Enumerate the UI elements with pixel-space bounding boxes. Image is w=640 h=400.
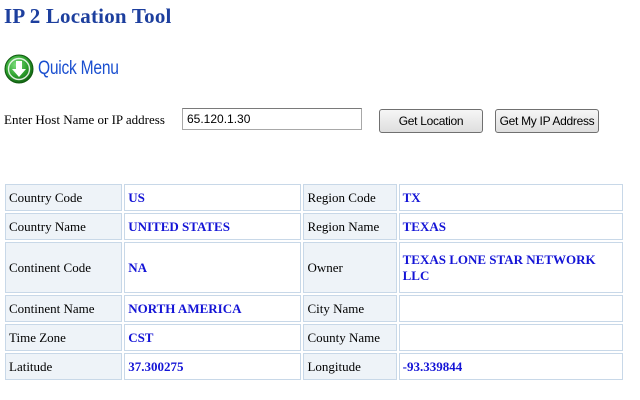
table-row: Latitude 37.300275 Longitude -93.339844 [5,353,623,380]
continent-code-value: NA [124,242,302,293]
latitude-label: Latitude [5,353,123,380]
quick-menu-link[interactable]: Quick Menu [4,52,136,86]
get-location-button[interactable]: Get Location [379,109,483,133]
location-results-table: Country Code US Region Code TX Country N… [3,182,625,382]
page-title: IP 2 Location Tool [4,4,172,28]
city-name-label: City Name [303,295,397,322]
country-name-value: UNITED STATES [124,213,302,240]
owner-label: Owner [303,242,397,293]
down-arrow-circle-icon [4,54,34,84]
region-name-label: Region Name [303,213,397,240]
longitude-value: -93.339844 [398,353,623,380]
country-name-label: Country Name [5,213,123,240]
longitude-label: Longitude [303,353,397,380]
host-ip-input[interactable] [182,108,362,130]
county-name-label: County Name [303,324,397,351]
host-input-label: Enter Host Name or IP address [4,112,165,127]
region-name-value: TEXAS [398,213,623,240]
country-code-value: US [124,184,302,211]
table-row: Country Name UNITED STATES Region Name T… [5,213,623,240]
county-name-value [398,324,623,351]
quick-menu-label[interactable]: Quick Menu [38,58,119,80]
table-row: Time Zone CST County Name [5,324,623,351]
owner-value: TEXAS LONE STAR NETWORK LLC [398,242,623,293]
table-row: Continent Name NORTH AMERICA City Name [5,295,623,322]
table-row: Continent Code NA Owner TEXAS LONE STAR … [5,242,623,293]
country-code-label: Country Code [5,184,123,211]
time-zone-label: Time Zone [5,324,123,351]
region-code-value: TX [398,184,623,211]
table-row: Country Code US Region Code TX [5,184,623,211]
continent-name-label: Continent Name [5,295,123,322]
region-code-label: Region Code [303,184,397,211]
time-zone-value: CST [124,324,302,351]
continent-code-label: Continent Code [5,242,123,293]
get-my-ip-button[interactable]: Get My IP Address [495,109,599,133]
latitude-value: 37.300275 [124,353,302,380]
city-name-value [398,295,623,322]
continent-name-value: NORTH AMERICA [124,295,302,322]
